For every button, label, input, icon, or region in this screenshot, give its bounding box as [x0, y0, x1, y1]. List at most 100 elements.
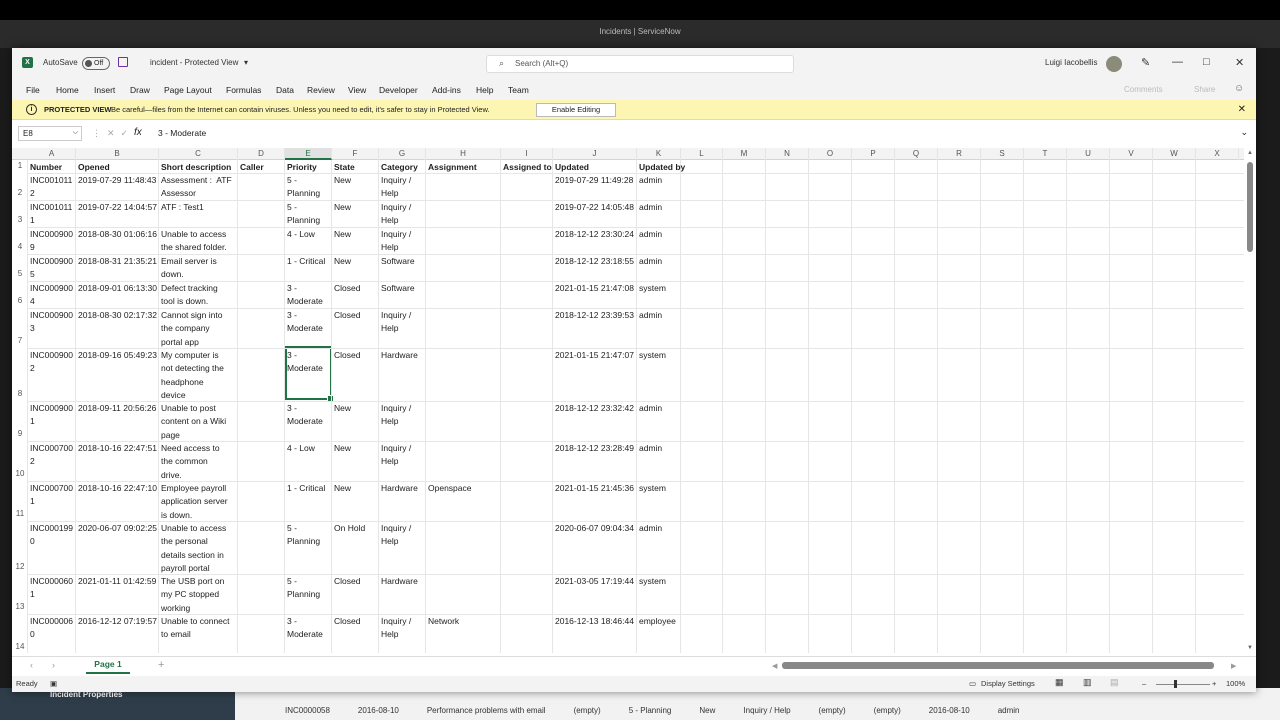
table-cell[interactable]: admin: [637, 255, 701, 282]
table-cell[interactable]: New: [332, 228, 379, 255]
table-cell[interactable]: employee: [637, 615, 701, 653]
table-cell[interactable]: Inquiry / Help: [379, 201, 426, 228]
menu-insert[interactable]: Insert: [94, 85, 115, 95]
table-cell[interactable]: INC000199 0: [28, 522, 76, 575]
zoom-out-icon[interactable]: –: [1142, 679, 1146, 688]
column-header-a[interactable]: A: [28, 148, 76, 160]
table-cell[interactable]: 2018-10-16 22:47:51: [76, 442, 159, 482]
page-layout-view-icon[interactable]: ▥: [1083, 677, 1092, 688]
table-cell[interactable]: admin: [637, 228, 701, 255]
table-cell[interactable]: [501, 575, 553, 615]
spreadsheet-grid[interactable]: ABCDEFGHIJKLMNOPQRSTUVWX 1 Number Opened Sh…: [12, 148, 1244, 653]
column-header-u[interactable]: U: [1067, 148, 1110, 160]
table-cell[interactable]: New: [332, 482, 379, 522]
table-cell[interactable]: [426, 442, 501, 482]
table-cell[interactable]: Inquiry / Help: [379, 442, 426, 482]
table-cell[interactable]: On Hold: [332, 522, 379, 575]
table-cell[interactable]: 2018-09-11 20:56:26: [76, 402, 159, 442]
table-cell[interactable]: INC000900 1: [28, 402, 76, 442]
table-cell[interactable]: system: [637, 349, 701, 402]
tab-page-1[interactable]: Page 1: [86, 657, 130, 674]
comments-button[interactable]: Comments: [1124, 85, 1163, 94]
table-cell[interactable]: 2018-12-12 23:39:53: [553, 309, 637, 349]
table-cell[interactable]: [501, 349, 553, 402]
table-cell[interactable]: INC000700 1: [28, 482, 76, 522]
column-header-g[interactable]: G: [379, 148, 426, 160]
scroll-up-icon[interactable]: ▲: [1247, 150, 1253, 156]
table-cell[interactable]: [238, 615, 285, 653]
column-header-i[interactable]: I: [501, 148, 553, 160]
table-cell[interactable]: INC000900 2: [28, 349, 76, 402]
row-header[interactable]: 4: [12, 242, 28, 251]
hscroll-right-icon[interactable]: ▶: [1231, 662, 1236, 670]
table-cell[interactable]: 1 - Critical: [285, 255, 332, 282]
table-cell[interactable]: New: [332, 255, 379, 282]
table-cell[interactable]: 5 - Planning: [285, 575, 332, 615]
table-cell[interactable]: Inquiry / Help: [379, 615, 426, 653]
table-cell[interactable]: 5 - Planning: [285, 174, 332, 201]
table-cell[interactable]: INC000900 4: [28, 282, 76, 309]
table-cell[interactable]: 2018-12-12 23:28:49: [553, 442, 637, 482]
table-cell[interactable]: Software: [379, 255, 426, 282]
page-break-view-icon[interactable]: ▤: [1110, 677, 1119, 688]
column-header-m[interactable]: M: [723, 148, 766, 160]
table-cell[interactable]: [501, 201, 553, 228]
table-cell[interactable]: system: [637, 575, 701, 615]
avatar[interactable]: [1106, 56, 1122, 72]
table-cell[interactable]: Unable to post content on a Wiki page: [159, 402, 238, 442]
column-header-t[interactable]: T: [1024, 148, 1067, 160]
table-cell[interactable]: 2016-12-13 18:46:44: [553, 615, 637, 653]
table-cell[interactable]: 2021-01-15 21:45:36: [553, 482, 637, 522]
table-cell[interactable]: New: [332, 201, 379, 228]
table-cell[interactable]: INC000900 5: [28, 255, 76, 282]
table-cell[interactable]: Defect tracking tool is down.: [159, 282, 238, 309]
menu-help[interactable]: Help: [476, 85, 493, 95]
table-cell[interactable]: Hardware: [379, 482, 426, 522]
table-cell[interactable]: 2021-03-05 17:19:44: [553, 575, 637, 615]
feedback-icon[interactable]: ☺: [1234, 83, 1244, 94]
table-cell[interactable]: 5 - Planning: [285, 201, 332, 228]
menu-add-ins[interactable]: Add-ins: [432, 85, 461, 95]
pen-icon[interactable]: ✎: [1141, 56, 1150, 69]
table-cell[interactable]: [501, 282, 553, 309]
row-header[interactable]: 9: [12, 429, 28, 438]
row-header[interactable]: 8: [12, 389, 28, 398]
table-cell[interactable]: Inquiry / Help: [379, 228, 426, 255]
menu-team[interactable]: Team: [508, 85, 529, 95]
table-cell[interactable]: INC000060 1: [28, 575, 76, 615]
row-header[interactable]: 7: [12, 336, 28, 345]
menu-home[interactable]: Home: [56, 85, 79, 95]
column-header-w[interactable]: W: [1153, 148, 1196, 160]
vertical-scroll-thumb[interactable]: [1247, 162, 1253, 252]
table-cell[interactable]: [238, 349, 285, 402]
table-cell[interactable]: 2019-07-22 14:04:57: [76, 201, 159, 228]
table-cell[interactable]: ATF : Test1: [159, 201, 238, 228]
table-cell[interactable]: [501, 402, 553, 442]
table-cell[interactable]: [426, 174, 501, 201]
share-button[interactable]: Share: [1194, 85, 1215, 94]
table-cell[interactable]: Closed: [332, 575, 379, 615]
vertical-scrollbar[interactable]: ▲ ▼: [1246, 148, 1255, 653]
zoom-in-icon[interactable]: +: [1212, 679, 1216, 688]
table-cell[interactable]: Unable to connect to email: [159, 615, 238, 653]
column-header-p[interactable]: P: [852, 148, 895, 160]
menu-page-layout[interactable]: Page Layout: [164, 85, 212, 95]
column-header-c[interactable]: C: [159, 148, 238, 160]
table-cell[interactable]: [426, 309, 501, 349]
column-header-h[interactable]: H: [426, 148, 501, 160]
table-cell[interactable]: [501, 255, 553, 282]
table-cell[interactable]: Closed: [332, 282, 379, 309]
table-cell[interactable]: [426, 349, 501, 402]
table-cell[interactable]: New: [332, 442, 379, 482]
table-cell[interactable]: [238, 309, 285, 349]
table-cell[interactable]: [238, 228, 285, 255]
formula-input[interactable]: 3 - Moderate: [158, 128, 206, 138]
name-box[interactable]: E8 ⌵: [18, 126, 82, 141]
table-cell[interactable]: Hardware: [379, 349, 426, 402]
row-header[interactable]: 5: [12, 269, 28, 278]
table-cell[interactable]: [426, 201, 501, 228]
expand-formula-icon[interactable]: ⌄: [1240, 127, 1248, 138]
table-cell[interactable]: admin: [637, 174, 701, 201]
table-cell[interactable]: INC001011 1: [28, 201, 76, 228]
table-cell[interactable]: Inquiry / Help: [379, 402, 426, 442]
